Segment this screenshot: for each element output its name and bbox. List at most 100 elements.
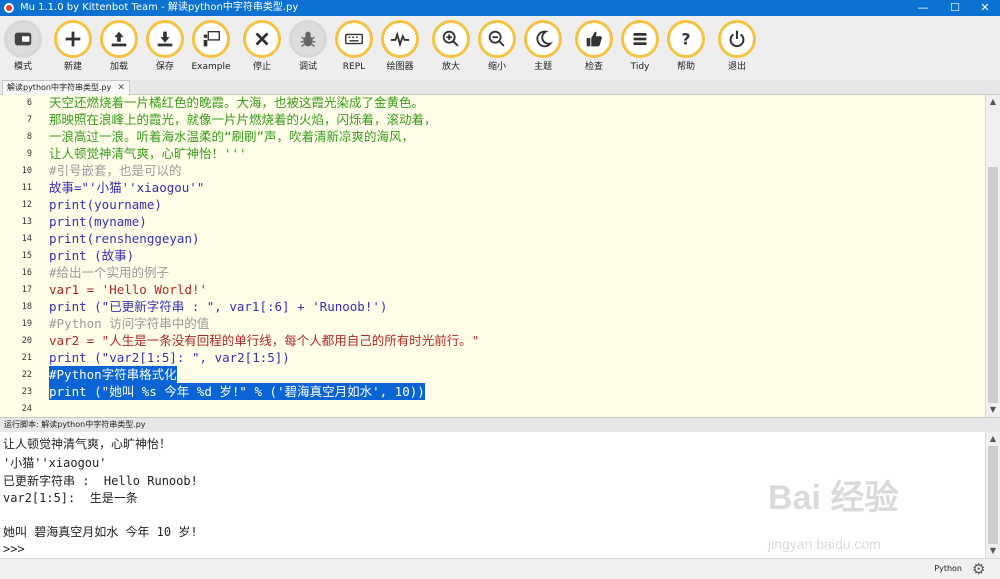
run-script-label: 运行脚本: 解读python中字符串类型.py bbox=[4, 420, 146, 429]
app-logo-icon bbox=[4, 3, 14, 13]
output-scrollbar[interactable]: ▲ ▼ bbox=[985, 432, 1000, 558]
repl-prompt[interactable]: >>> bbox=[3, 541, 25, 558]
code-line-selected: print ("她叫 %s 今年 %d 岁!" % ('碧海真空月如水', 10… bbox=[49, 383, 425, 400]
code-line: 故事="'小猫''xiaogou'" bbox=[49, 180, 205, 195]
line-number: 23 bbox=[21, 387, 32, 397]
zoom-out-button[interactable]: 缩小 bbox=[474, 20, 520, 72]
new-button[interactable]: 新建 bbox=[50, 20, 96, 72]
debug-button[interactable]: 调试 bbox=[285, 20, 331, 72]
scroll-up-arrow-icon[interactable]: ▲ bbox=[988, 434, 998, 444]
tab-strip: 解读python中字符串类型.py ✕ bbox=[0, 80, 1000, 95]
code-line: print(yourname) bbox=[49, 197, 162, 212]
line-number: 18 bbox=[21, 302, 32, 312]
line-number: 7 bbox=[26, 115, 32, 125]
title-bar: Mu 1.1.0 by Kittenbot Team - 解读python中字符… bbox=[0, 0, 1000, 16]
line-number: 21 bbox=[21, 353, 32, 363]
code-line: 一浪高过一浪。听着海水温柔的“刷刷”声，吹着清新凉爽的海风， bbox=[49, 129, 415, 144]
baidu-watermark: Bai 经验 jingyan.baidu.com bbox=[768, 470, 978, 560]
code-line: print(myname) bbox=[49, 214, 147, 229]
scroll-thumb[interactable] bbox=[988, 167, 998, 403]
check-button[interactable]: 检查 bbox=[571, 20, 617, 72]
tab-close-icon[interactable]: ✕ bbox=[117, 83, 125, 93]
repl-label: REPL bbox=[342, 62, 366, 72]
zoom-in-button[interactable]: 放大 bbox=[428, 20, 474, 72]
help-button[interactable]: ? 帮助 bbox=[663, 20, 709, 72]
mode-icon bbox=[4, 20, 42, 58]
quit-button[interactable]: 退出 bbox=[714, 20, 760, 72]
save-label: 保存 bbox=[155, 62, 174, 72]
watermark-url: jingyan.baidu.com bbox=[768, 536, 881, 552]
line-number: 13 bbox=[21, 217, 32, 227]
line-number: 19 bbox=[21, 319, 32, 329]
keyboard-icon bbox=[335, 20, 373, 58]
svg-text:?: ? bbox=[681, 31, 690, 49]
run-panel-header: 运行脚本: 解读python中字符串类型.py bbox=[0, 417, 1000, 433]
tab-file[interactable]: 解读python中字符串类型.py ✕ bbox=[2, 80, 130, 95]
status-bar: Python ⚙ bbox=[0, 558, 1000, 579]
stop-label: 停止 bbox=[252, 62, 271, 72]
plotter-button[interactable]: 绘图器 bbox=[377, 20, 423, 72]
example-label: Example bbox=[191, 62, 231, 72]
code-line: 那映照在浪峰上的霞光，就像一片片燃烧着的火焰，闪烁着，滚动着， bbox=[49, 112, 437, 127]
close-window-button[interactable]: ✕ bbox=[970, 0, 1000, 16]
mode-label: 模式 bbox=[13, 62, 32, 72]
scroll-down-arrow-icon[interactable]: ▼ bbox=[988, 546, 998, 556]
thumbs-up-icon bbox=[575, 20, 613, 58]
tidy-button[interactable]: Tidy bbox=[617, 20, 663, 72]
code-line-selected: #Python字符串格式化 bbox=[49, 366, 177, 383]
minimize-button[interactable]: — bbox=[908, 0, 938, 16]
help-icon: ? bbox=[667, 20, 705, 58]
tidy-label: Tidy bbox=[630, 62, 650, 72]
help-label: 帮助 bbox=[676, 62, 695, 72]
code-line: var1 = 'Hello World!' bbox=[49, 282, 208, 297]
teacher-icon bbox=[192, 20, 230, 58]
editor-scrollbar[interactable]: ▲ ▼ bbox=[985, 95, 1000, 417]
line-number: 10 bbox=[21, 166, 32, 176]
save-button[interactable]: 保存 bbox=[142, 20, 188, 72]
code-line: print (故事) bbox=[49, 248, 135, 263]
upload-icon bbox=[100, 20, 138, 58]
zoom-out-label: 缩小 bbox=[487, 62, 506, 72]
line-number: 11 bbox=[21, 183, 32, 193]
line-number: 20 bbox=[21, 336, 32, 346]
load-label: 加载 bbox=[109, 62, 128, 72]
window-title: Mu 1.1.0 by Kittenbot Team - 解读python中字符… bbox=[20, 2, 299, 13]
line-number: 12 bbox=[21, 200, 32, 210]
mode-button[interactable]: 模式 bbox=[0, 20, 46, 72]
gear-icon[interactable]: ⚙ bbox=[972, 562, 988, 577]
repl-button[interactable]: REPL bbox=[331, 20, 377, 72]
scroll-up-arrow-icon[interactable]: ▲ bbox=[988, 97, 998, 107]
stop-icon bbox=[243, 20, 281, 58]
plus-icon bbox=[54, 20, 92, 58]
scroll-down-arrow-icon[interactable]: ▼ bbox=[988, 405, 998, 415]
code-editor[interactable]: 6 7 8 9 10 11 12 13 14 15 16 17 18 19 20… bbox=[0, 95, 986, 417]
stop-button[interactable]: 停止 bbox=[239, 20, 285, 72]
python-mode-label[interactable]: Python bbox=[934, 559, 962, 579]
tab-label: 解读python中字符串类型.py bbox=[7, 83, 112, 92]
zoom-in-label: 放大 bbox=[441, 62, 460, 72]
line-number: 9 bbox=[26, 149, 32, 159]
output-line: 让人顿觉神清气爽，心旷神怡！ bbox=[3, 437, 172, 451]
line-number: 22 bbox=[21, 370, 32, 380]
code-line: print(renshenggeyan) bbox=[49, 231, 200, 246]
debug-label: 调试 bbox=[298, 62, 317, 72]
scroll-thumb[interactable] bbox=[988, 446, 998, 544]
moon-icon bbox=[524, 20, 562, 58]
line-number: 8 bbox=[26, 132, 32, 142]
line-number: 16 bbox=[21, 268, 32, 278]
tidy-icon bbox=[621, 20, 659, 58]
new-label: 新建 bbox=[63, 62, 82, 72]
theme-button[interactable]: 主题 bbox=[520, 20, 566, 72]
code-line: var2 = "人生是一条没有回程的单行线，每个人都用自己的所有时光前行。" bbox=[49, 333, 480, 348]
maximize-button[interactable]: ☐ bbox=[940, 0, 970, 16]
code-line: #引号嵌套，也是可以的 bbox=[49, 163, 182, 178]
load-button[interactable]: 加载 bbox=[96, 20, 142, 72]
download-icon bbox=[146, 20, 184, 58]
zoom-out-icon bbox=[478, 20, 516, 58]
theme-label: 主题 bbox=[533, 62, 552, 72]
quit-label: 退出 bbox=[727, 62, 746, 72]
watermark-brand: Bai 经验 bbox=[768, 479, 899, 517]
example-button[interactable]: Example bbox=[188, 20, 234, 72]
code-line: print ("已更新字符串 : ", var1[:6] + 'Runoob!'… bbox=[49, 299, 388, 314]
code-line: 天空还燃烧着一片橘红色的晚霞。大海，也被这霞光染成了金黄色。 bbox=[49, 95, 425, 110]
